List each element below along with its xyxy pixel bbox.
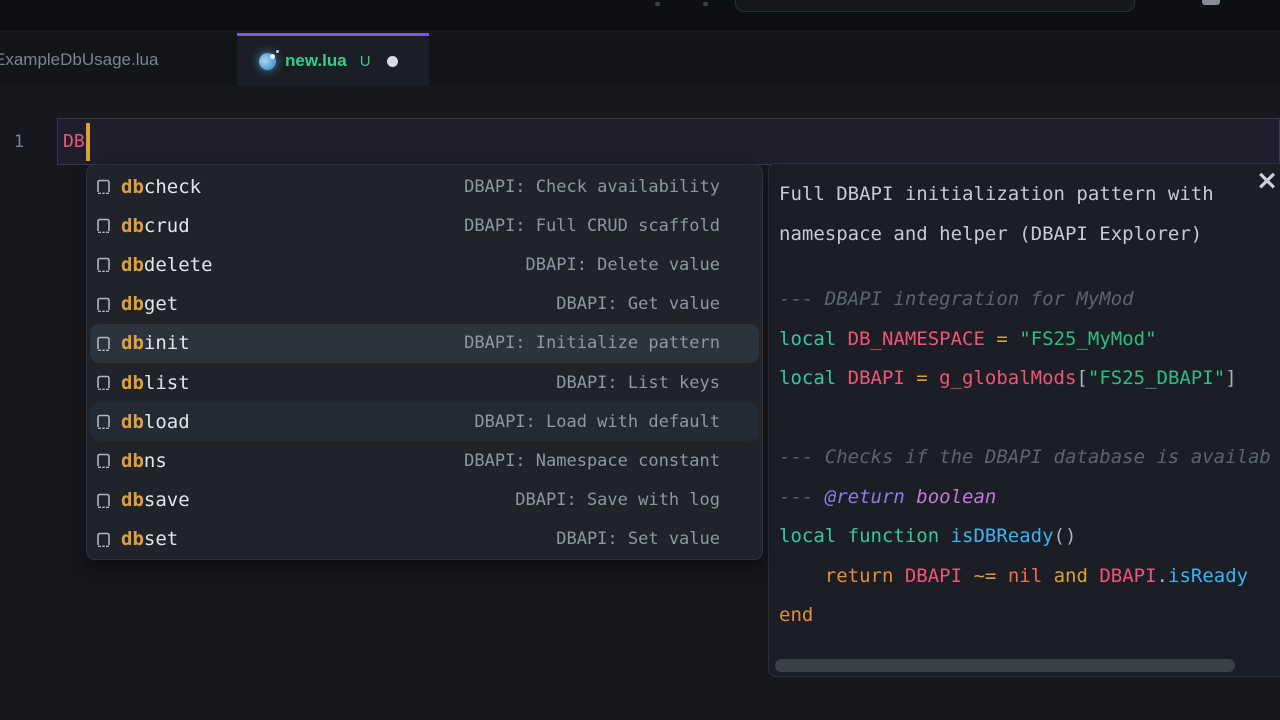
snippet-icon [96,374,111,391]
suggestion-label: dbns [121,450,167,472]
suggestion-description: DBAPI: Full CRUD scaffold [464,216,720,236]
docs-title-line: namespace and helper (DBAPI Explorer) [779,214,1280,254]
suggestion-item-dblist[interactable]: dblist DBAPI: List keys [87,363,762,402]
code-line: --- Checks if the DBAPI database is avai… [779,438,1280,478]
suggestion-label: dblist [121,372,190,394]
tab-label: ExampleDbUsage.lua [0,50,158,70]
close-icon[interactable]: × [1255,166,1279,196]
suggest-docs-panel: Full DBAPI initialization pattern with n… [768,163,1280,677]
suggestion-label: dbdelete [121,254,213,276]
snippet-icon [96,492,111,509]
suggestion-description: DBAPI: Load with default [474,412,720,432]
titlebar [0,0,1280,30]
lua-file-icon [259,53,276,70]
snippet-icon [96,296,111,313]
horizontal-scrollbar[interactable] [775,659,1235,672]
suggestion-description: DBAPI: Set value [556,529,720,549]
docs-title-line: Full DBAPI initialization pattern with [779,174,1280,214]
suggestion-item-dbcrud[interactable]: dbcrud DBAPI: Full CRUD scaffold [87,206,762,245]
suggestion-label: dbget [121,293,178,315]
snippet-icon [96,413,111,430]
suggestion-item-dbcheck[interactable]: dbcheck DBAPI: Check availability [87,167,762,206]
snippet-icon [96,256,111,273]
suggestion-label: dbset [121,528,178,550]
editor-current-line[interactable]: DB [57,118,1280,165]
suggestion-description: DBAPI: Check availability [464,177,720,197]
suggestion-description: DBAPI: Delete value [526,255,720,275]
layout-icon[interactable] [1202,0,1220,5]
typed-text: DB [63,131,85,152]
suggestion-description: DBAPI: Initialize pattern [464,333,720,353]
suggestion-item-dbget[interactable]: dbget DBAPI: Get value [87,285,762,324]
suggestion-item-dbdelete[interactable]: dbdelete DBAPI: Delete value [87,245,762,284]
snippet-icon [96,335,111,352]
code-line: end [779,596,1280,636]
unsaved-dot-icon[interactable] [387,56,398,67]
suggestion-item-dbns[interactable]: dbns DBAPI: Namespace constant [87,441,762,480]
code-line: --- @return boolean [779,478,1280,518]
tab-newlua[interactable]: new.lua U [237,33,429,86]
code-line [779,399,1280,439]
snippet-icon [96,217,111,234]
docs-code-preview: --- DBAPI integration for MyModlocal DB_… [779,280,1280,636]
code-line: local DB_NAMESPACE = "FS25_MyMod" [779,320,1280,360]
editor-window: ExampleDbUsage.lua new.lua U 1 DB dbchec… [0,0,1280,720]
suggestion-description: DBAPI: Save with log [515,490,720,510]
code-line: return DBAPI ~= nil and DBAPI.isReady [779,557,1280,597]
suggestion-item-dbset[interactable]: dbset DBAPI: Set value [87,520,762,559]
snippet-icon [96,178,111,195]
code-line: local function isDBReady() [779,517,1280,557]
snippet-icon [96,452,111,469]
forward-icon[interactable] [703,2,708,6]
suggestion-item-dbload[interactable]: dbload DBAPI: Load with default [90,402,759,441]
suggestion-label: dbcheck [121,176,201,198]
suggestion-description: DBAPI: Get value [556,294,720,314]
code-line: local DBAPI = g_globalMods["FS25_DBAPI"] [779,359,1280,399]
tab-label: new.lua [285,51,347,71]
suggestion-description: DBAPI: Namespace constant [464,451,720,471]
line-number: 1 [0,119,24,165]
suggestion-label: dbload [121,411,190,433]
back-icon[interactable] [655,2,660,6]
suggestion-label: dbcrud [121,215,190,237]
suggestion-label: dbsave [121,489,190,511]
tab-bar: ExampleDbUsage.lua new.lua U [0,33,1280,86]
command-center[interactable] [735,0,1135,12]
suggest-widget: dbcheck DBAPI: Check availability dbcrud DB… [86,164,763,560]
code-line: --- DBAPI integration for MyMod [779,280,1280,320]
snippet-icon [96,531,111,548]
text-cursor [86,123,90,161]
suggestion-item-dbsave[interactable]: dbsave DBAPI: Save with log [87,481,762,520]
git-status-badge: U [360,53,371,70]
suggestion-description: DBAPI: List keys [556,373,720,393]
suggestion-label: dbinit [121,332,190,354]
suggestion-item-dbinit[interactable]: dbinit DBAPI: Initialize pattern [90,324,759,363]
tab-exampledbusage[interactable]: ExampleDbUsage.lua [0,33,237,86]
